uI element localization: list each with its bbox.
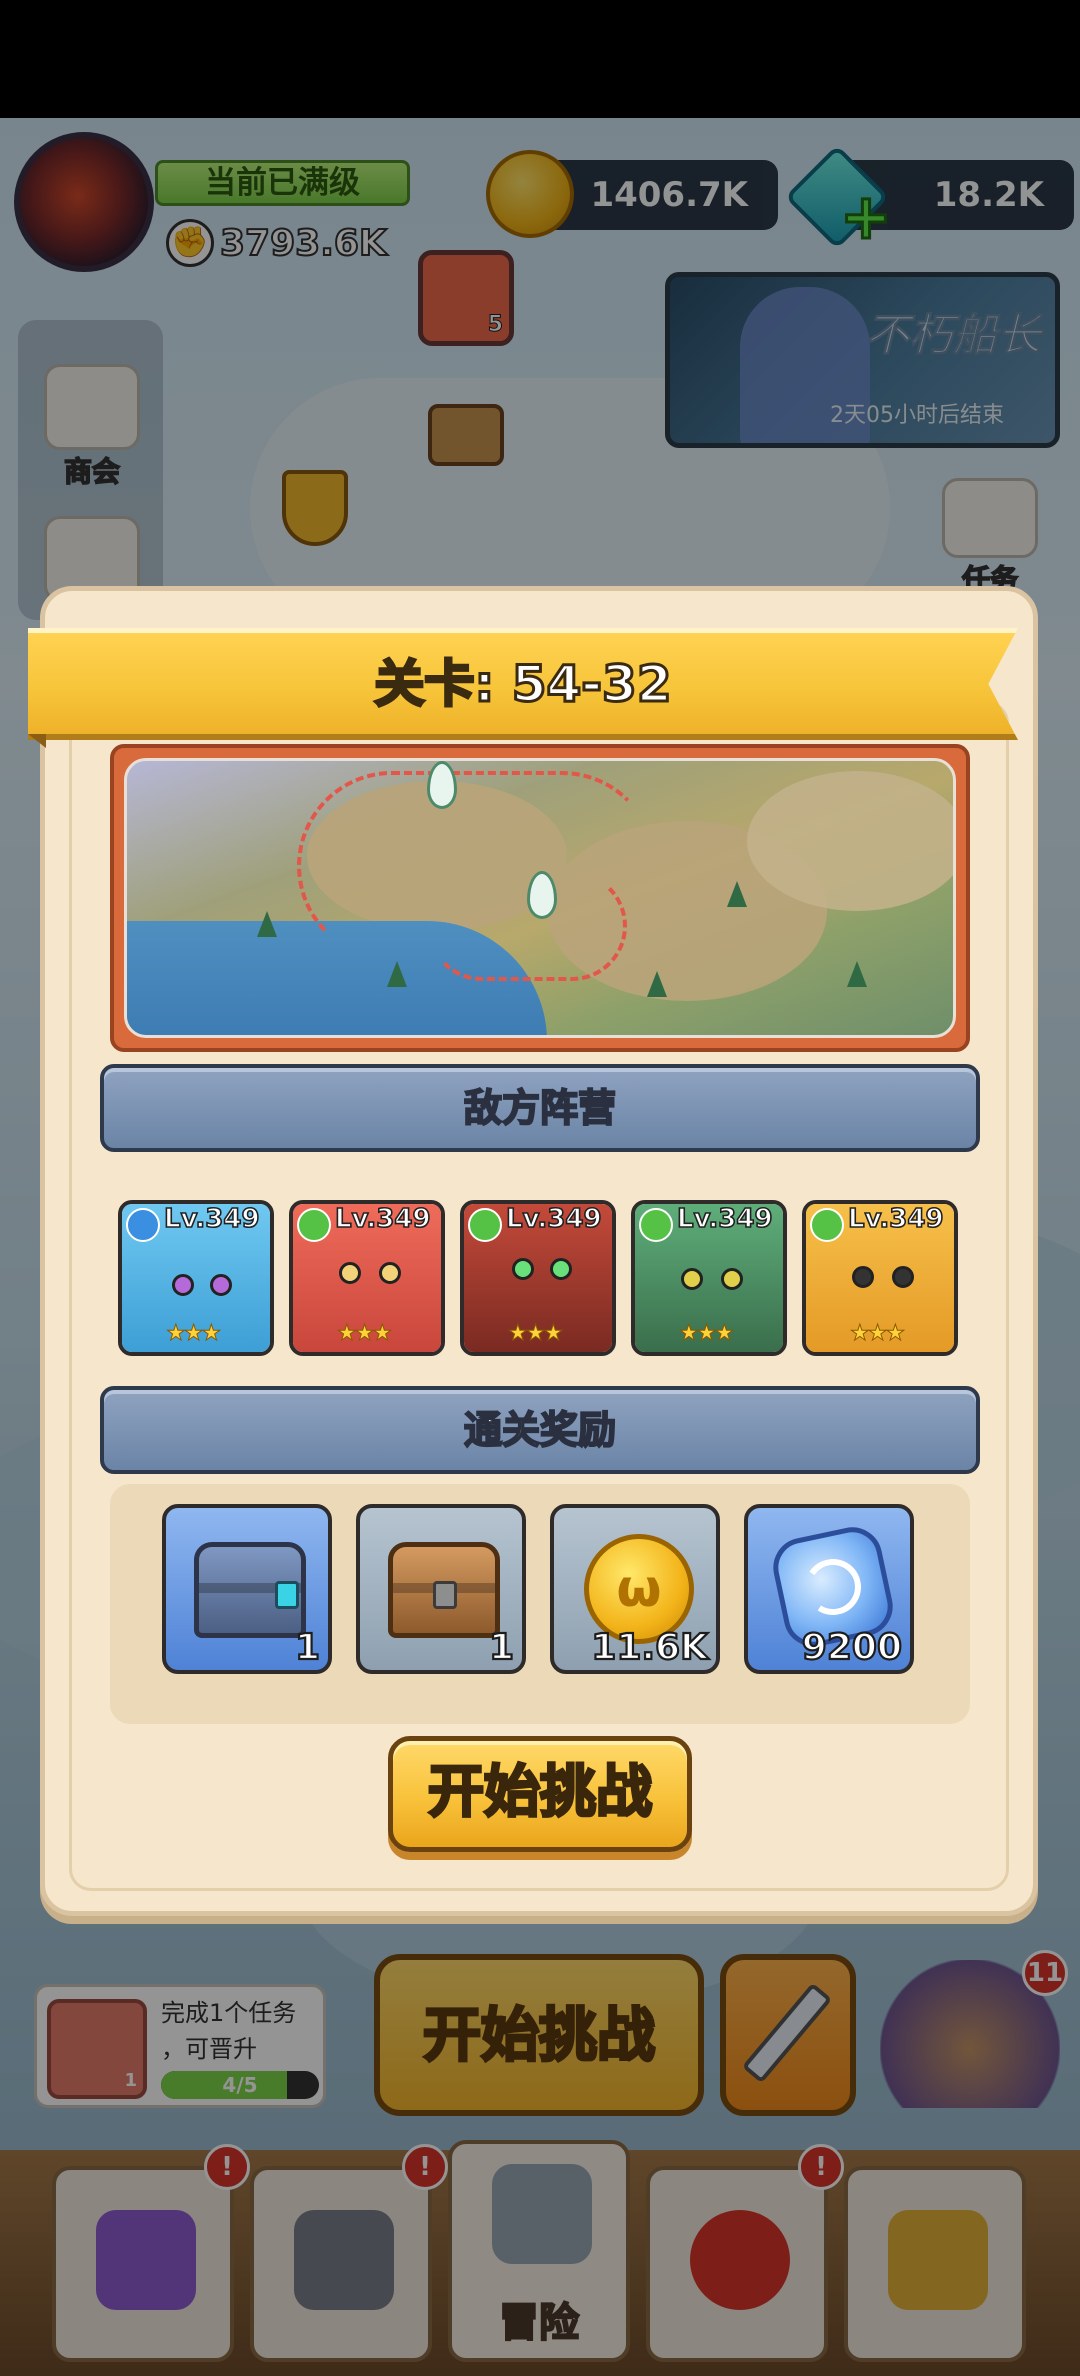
chest-lock <box>275 1581 299 1609</box>
reward-quantity: 1 <box>294 1626 321 1669</box>
hero-eye <box>210 1274 232 1296</box>
wooden-chest-icon <box>388 1542 500 1638</box>
enemy-hero-card[interactable]: Lv.349 ★★★ <box>631 1200 787 1356</box>
reward-quantity: 1 <box>488 1626 515 1669</box>
reward-slot[interactable]: 9200 <box>744 1504 914 1674</box>
hero-eye <box>550 1258 572 1280</box>
start-challenge-button[interactable]: 开始挑战 <box>388 1736 692 1852</box>
map-tree <box>647 971 667 997</box>
hero-stars: ★★★ <box>165 1321 221 1347</box>
hero-eye <box>721 1268 743 1290</box>
reward-quantity: 9200 <box>801 1626 903 1669</box>
chest-lock <box>433 1581 457 1609</box>
map-hill <box>747 771 953 911</box>
enemy-team-header: 敌方阵营 <box>100 1064 980 1152</box>
leaf-element-icon <box>297 1208 331 1242</box>
hero-stars: ★★★ <box>849 1321 905 1347</box>
steel-chest-icon <box>194 1542 306 1638</box>
stage-map-preview <box>110 744 970 1052</box>
hero-eye <box>339 1262 361 1284</box>
hero-stars: ★★★ <box>336 1321 392 1347</box>
leaf-element-icon <box>468 1208 502 1242</box>
map-tree <box>387 961 407 987</box>
reward-quantity: 11.6K <box>590 1626 709 1669</box>
map-tree <box>727 881 747 907</box>
reward-slot[interactable]: 1 <box>162 1504 332 1674</box>
reward-slot[interactable]: ω 11.6K <box>550 1504 720 1674</box>
coin-emblem: ω <box>616 1559 662 1619</box>
map-tree <box>847 961 867 987</box>
game-screen: 当前已满级 ✊ 3793.6K 1406.7K 18.2K + 不朽船长 2天0… <box>0 0 1080 2376</box>
hero-eye <box>172 1274 194 1296</box>
map-tree <box>257 911 277 937</box>
hero-level: Lv.349 <box>163 1204 260 1235</box>
hero-level: Lv.349 <box>334 1204 431 1235</box>
hero-eye <box>512 1258 534 1280</box>
crystal-swirl <box>799 1553 867 1621</box>
reward-slot[interactable]: 1 <box>356 1504 526 1674</box>
hero-eye <box>852 1266 874 1288</box>
status-bar <box>0 0 1080 118</box>
hero-eye <box>892 1266 914 1288</box>
hero-level: Lv.349 <box>676 1204 773 1235</box>
hero-stars: ★★★ <box>507 1321 563 1347</box>
enemy-hero-card[interactable]: Lv.349 ★★★ <box>118 1200 274 1356</box>
clear-reward-header: 通关奖励 <box>100 1386 980 1474</box>
leaf-element-icon <box>639 1208 673 1242</box>
map-route <box>427 871 627 981</box>
leaf-element-icon <box>810 1208 844 1242</box>
map-node-marker <box>427 761 457 809</box>
stage-map-image <box>124 758 956 1038</box>
hero-eye <box>681 1268 703 1290</box>
hero-stars: ★★★ <box>678 1321 734 1347</box>
enemy-hero-card[interactable]: Lv.349 ★★★ <box>802 1200 958 1356</box>
stage-title: 关卡: 54-32 <box>373 654 673 715</box>
water-element-icon <box>126 1208 160 1242</box>
hero-eye <box>379 1262 401 1284</box>
hero-level: Lv.349 <box>505 1204 602 1235</box>
enemy-hero-card[interactable]: Lv.349 ★★★ <box>289 1200 445 1356</box>
enemy-hero-card[interactable]: Lv.349 ★★★ <box>460 1200 616 1356</box>
hero-level: Lv.349 <box>847 1204 944 1235</box>
stage-title-ribbon: 关卡: 54-32 <box>28 628 1038 748</box>
